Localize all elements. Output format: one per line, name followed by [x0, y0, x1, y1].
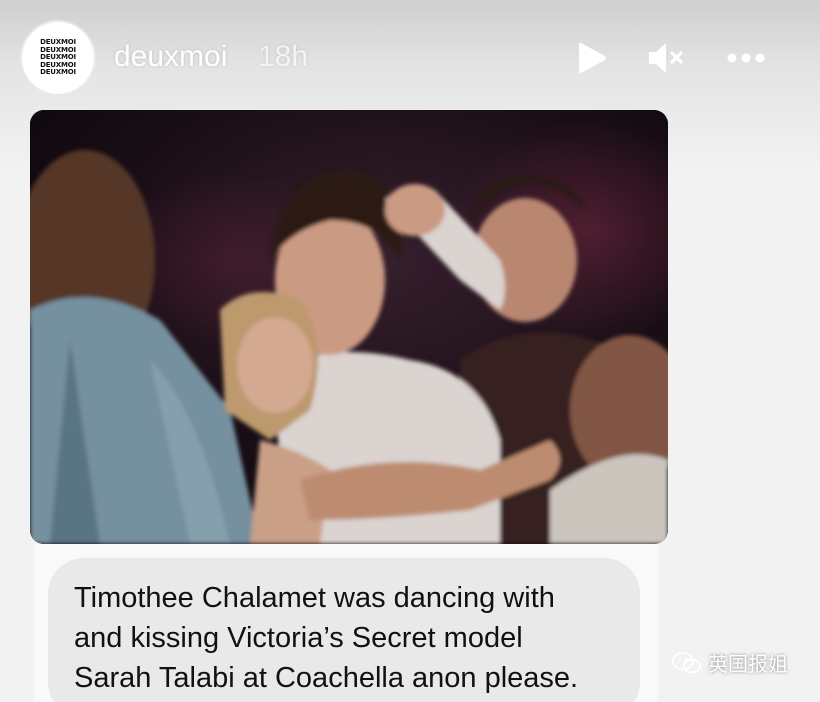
watermark-text: 英国报姐	[708, 652, 788, 676]
avatar[interactable]: DEUXMOI DEUXMOI DEUXMOI DEUXMOI DEUXMOI	[22, 22, 94, 94]
wechat-icon	[672, 651, 701, 673]
play-icon	[579, 42, 606, 74]
timestamp: 18h	[258, 40, 309, 73]
username[interactable]: deuxmoi	[114, 40, 227, 74]
watermark: 英国报姐	[672, 648, 788, 677]
speaker-muted-icon	[649, 43, 683, 73]
party-photo-illustration	[30, 110, 668, 544]
more-options-button[interactable]	[726, 38, 766, 78]
play-button[interactable]	[572, 38, 612, 78]
avatar-text: DEUXMOI	[40, 68, 76, 77]
story-photo[interactable]	[30, 110, 668, 544]
story-header: DEUXMOI DEUXMOI DEUXMOI DEUXMOI DEUXMOI …	[0, 0, 820, 110]
caption-text: Timothee Chalamet was dancing with and k…	[74, 582, 579, 694]
mute-button[interactable]	[646, 38, 686, 78]
more-dots-icon	[727, 53, 765, 63]
